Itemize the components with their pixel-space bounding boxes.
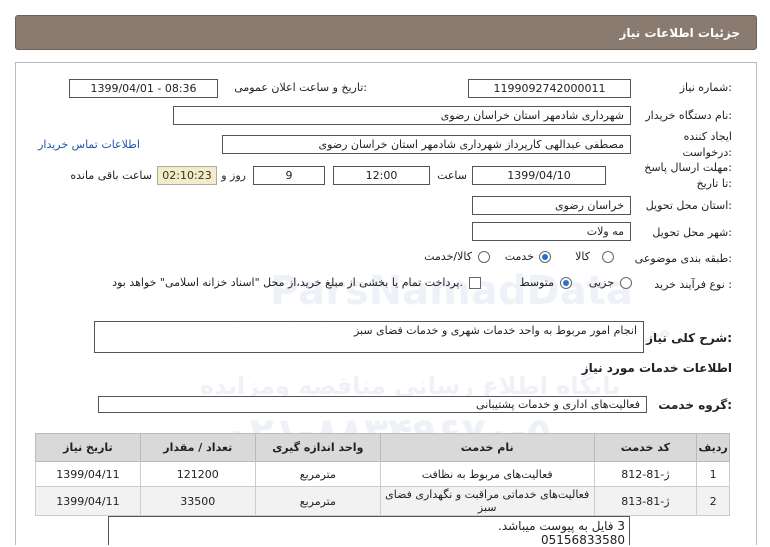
category-radio-goods-service[interactable] — [478, 251, 490, 263]
service-name: فعالیت‌های خدماتی مراقبت و نگهداری فضای … — [379, 486, 595, 516]
page-header: جزئیات اطلاعات نیاز — [15, 15, 757, 50]
buyer-contact-link[interactable]: اطلاعات تماس خریدار — [38, 138, 140, 151]
process-radio-medium[interactable] — [560, 277, 572, 289]
service-qty: 121200 — [139, 461, 256, 487]
deadline-label-line2: تا تاریخ: — [696, 177, 732, 190]
service-unit: مترمربع — [254, 461, 381, 487]
buyer-org-label: نام دستگاه خریدار: — [645, 109, 732, 122]
days-field: 9 — [253, 166, 325, 185]
services-table: ردیف کد خدمت نام خدمت واحد اندازه گیری ت… — [35, 433, 730, 516]
need-number-field: 1199092742000011 — [468, 79, 631, 98]
announce-date-label: تاریخ و ساعت اعلان عمومی: — [234, 81, 367, 94]
category-radio-goods[interactable] — [602, 251, 614, 263]
description-field: انجام امور مربوط به واحد خدمات شهری و خد… — [94, 321, 644, 353]
deadline-date-field: 1399/04/10 — [472, 166, 606, 185]
service-qty: 33500 — [139, 486, 256, 516]
col-header-code: کد خدمت — [593, 433, 698, 462]
row-index: 1 — [696, 461, 730, 487]
service-code: ژ-81-813 — [593, 486, 698, 516]
announce-date-field: 1399/04/01 - 08:36 — [69, 79, 218, 98]
need-number-label: شماره نیاز: — [679, 81, 732, 94]
creator-label-line2: درخواست: — [682, 146, 733, 159]
service-date: 1399/04/11 — [35, 461, 141, 487]
services-section-title: اطلاعات خدمات مورد نیاز — [581, 361, 732, 375]
city-field: مه ولات — [472, 222, 631, 241]
buyer-org-field: شهرداری شادمهر استان خراسان رضوی — [173, 106, 631, 125]
col-header-date: تاریخ نیاز — [35, 433, 141, 462]
table-row: 1 ژ-81-812 فعالیت‌های مربوط به نظافت متر… — [35, 461, 730, 487]
process-option-medium: متوسط — [519, 276, 554, 289]
province-field: خراسان رضوی — [472, 196, 631, 215]
notes-box: 3 فایل به پیوست میباشد. 05156833580 — [108, 516, 630, 547]
deadline-time-field: 12:00 — [333, 166, 430, 185]
deadline-time-label: ساعت — [437, 169, 467, 182]
table-row: 2 ژ-81-813 فعالیت‌های خدماتی مراقبت و نگ… — [35, 486, 730, 516]
col-header-row: ردیف — [696, 433, 730, 462]
treasury-payment-checkbox[interactable] — [469, 277, 481, 289]
col-header-unit: واحد اندازه گیری — [254, 433, 381, 462]
process-radio-minor[interactable] — [620, 277, 632, 289]
category-option-goods: کالا — [575, 250, 590, 263]
notes-line-attachments: 3 فایل به پیوست میباشد. — [498, 519, 625, 533]
process-label: نوع فرآیند خرید : — [654, 278, 732, 291]
category-label: طبقه بندی موضوعی: — [634, 252, 732, 265]
city-label: شهر محل تحویل: — [652, 226, 732, 239]
deadline-label-line1: مهلت ارسال پاسخ: — [644, 161, 732, 174]
page-title: جزئیات اطلاعات نیاز — [619, 26, 740, 40]
days-label: روز و — [221, 169, 246, 182]
service-name: فعالیت‌های مربوط به نظافت — [379, 461, 595, 487]
service-unit: مترمربع — [254, 486, 381, 516]
creator-field: مصطفی عبدالهی کارپرداز شهرداری شادمهر اس… — [222, 135, 631, 154]
process-option-minor: جزیی — [588, 276, 614, 289]
service-group-label: گروه خدمت: — [658, 398, 732, 412]
creator-label-line1: ایجاد کننده — [683, 130, 732, 143]
service-date: 1399/04/11 — [35, 486, 141, 516]
province-label: استان محل تحویل: — [645, 199, 732, 212]
col-header-qty: تعداد / مقدار — [139, 433, 256, 462]
treasury-payment-note: پرداخت تمام یا بخشی از مبلغ خرید،از محل … — [112, 276, 463, 289]
category-option-goods-service: کالا/خدمت — [424, 250, 472, 263]
service-code: ژ-81-812 — [593, 461, 698, 487]
remaining-time-label: ساعت باقی مانده — [70, 169, 152, 182]
col-header-name: نام خدمت — [379, 433, 595, 462]
category-radio-service[interactable] — [539, 251, 551, 263]
description-label: شرح کلی نیاز: — [646, 331, 732, 345]
row-index: 2 — [696, 486, 730, 516]
remaining-time-field: 02:10:23 — [157, 166, 217, 185]
category-option-service: خدمت — [504, 250, 534, 263]
service-group-field: فعالیت‌های اداری و خدمات پشتیبانی — [98, 396, 647, 413]
